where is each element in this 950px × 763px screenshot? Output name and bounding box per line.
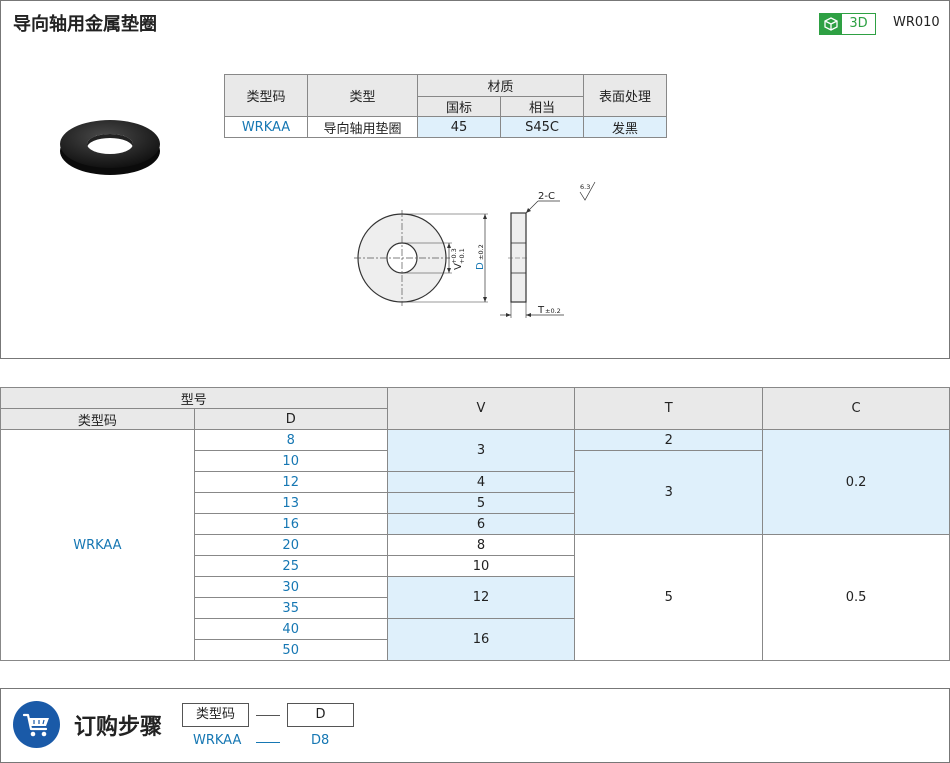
d-value[interactable]: 35 [193,597,388,619]
v-tol-lower: +0.1 [458,248,466,264]
v-value: 12 [386,576,576,619]
page-title: 导向轴用金属垫圈 [13,14,157,35]
hdr-material: 材质 [417,74,584,97]
order-box-type-code: 类型码 [182,703,249,727]
v-tol-upper: +0.3 [450,248,458,264]
order-title: 订购步骤 [74,715,163,740]
hdr-d: D [193,408,388,430]
d-value[interactable]: 8 [193,429,388,451]
order-example-separator [256,742,280,743]
t-dim-label: T [537,305,545,316]
washer-side-view [510,212,527,303]
gb-value: 45 [417,116,501,138]
d-dim-label: D [475,262,486,270]
v-value: 3 [386,429,576,472]
d-value[interactable]: 30 [193,576,388,598]
d-value[interactable]: 13 [193,492,388,514]
chamfer-label: 2-C [538,191,555,202]
hdr-c: C [762,387,950,430]
v-value: 5 [386,492,576,514]
t-value: 2 [574,429,764,451]
t-value: 5 [574,534,764,661]
cart-icon [13,701,60,748]
d-value[interactable]: 20 [193,534,388,556]
c-value: 0.5 [762,534,950,661]
d-value[interactable]: 50 [193,639,388,661]
v-value: 8 [386,534,576,556]
hdr-equiv: 相当 [500,96,584,117]
hdr-type-code: 类型码 [0,408,195,430]
hdr-model: 型号 [0,387,388,409]
d-value[interactable]: 40 [193,618,388,640]
type-code-link[interactable]: WRKAA [224,116,308,138]
d-tol: ±0.2 [477,244,485,260]
order-example-d: D8 [311,733,330,748]
spec-table: 型号 V T C 类型码 D WRKAA 8 3 2 0.2 10 3 12 4… [0,387,950,661]
roughness-value: 6.3 [580,183,590,191]
d-value[interactable]: 12 [193,471,388,493]
washer-photo [60,120,160,175]
v-value: 16 [386,618,576,661]
type-value: 导向轴用垫圈 [307,116,418,138]
t-tol: ±0.2 [545,307,561,315]
3d-model-button[interactable]: 3D [819,13,876,35]
hdr-gb: 国标 [417,96,501,117]
product-code: WR010 [893,15,940,30]
equiv-value: S45C [500,116,584,138]
d-value[interactable]: 25 [193,555,388,577]
type-code-link[interactable]: WRKAA [0,429,195,661]
v-value: 10 [386,555,576,577]
t-value: 3 [574,450,764,535]
d-value[interactable]: 16 [193,513,388,535]
3d-label: 3D [849,16,868,31]
order-example-type-code: WRKAA [193,733,242,748]
hdr-type-code: 类型码 [224,74,308,117]
c-value: 0.2 [762,429,950,535]
d-value[interactable]: 10 [193,450,388,472]
surface-value: 发黑 [583,116,667,138]
cube-icon [820,14,842,34]
material-table: 类型码 类型 材质 表面处理 国标 相当 WRKAA 导向轴用垫圈 45 S45… [224,74,667,138]
order-box-d: D [287,703,354,727]
hdr-t: T [574,387,764,430]
hdr-v: V [386,387,576,430]
hdr-surface: 表面处理 [583,74,667,117]
v-value: 4 [386,471,576,493]
order-separator [256,715,280,716]
hdr-type: 类型 [307,74,418,117]
v-value: 6 [386,513,576,535]
technical-drawing: V +0.3 +0.1 D ±0.2 2-C 6.3 T ±0.2 [354,181,596,318]
